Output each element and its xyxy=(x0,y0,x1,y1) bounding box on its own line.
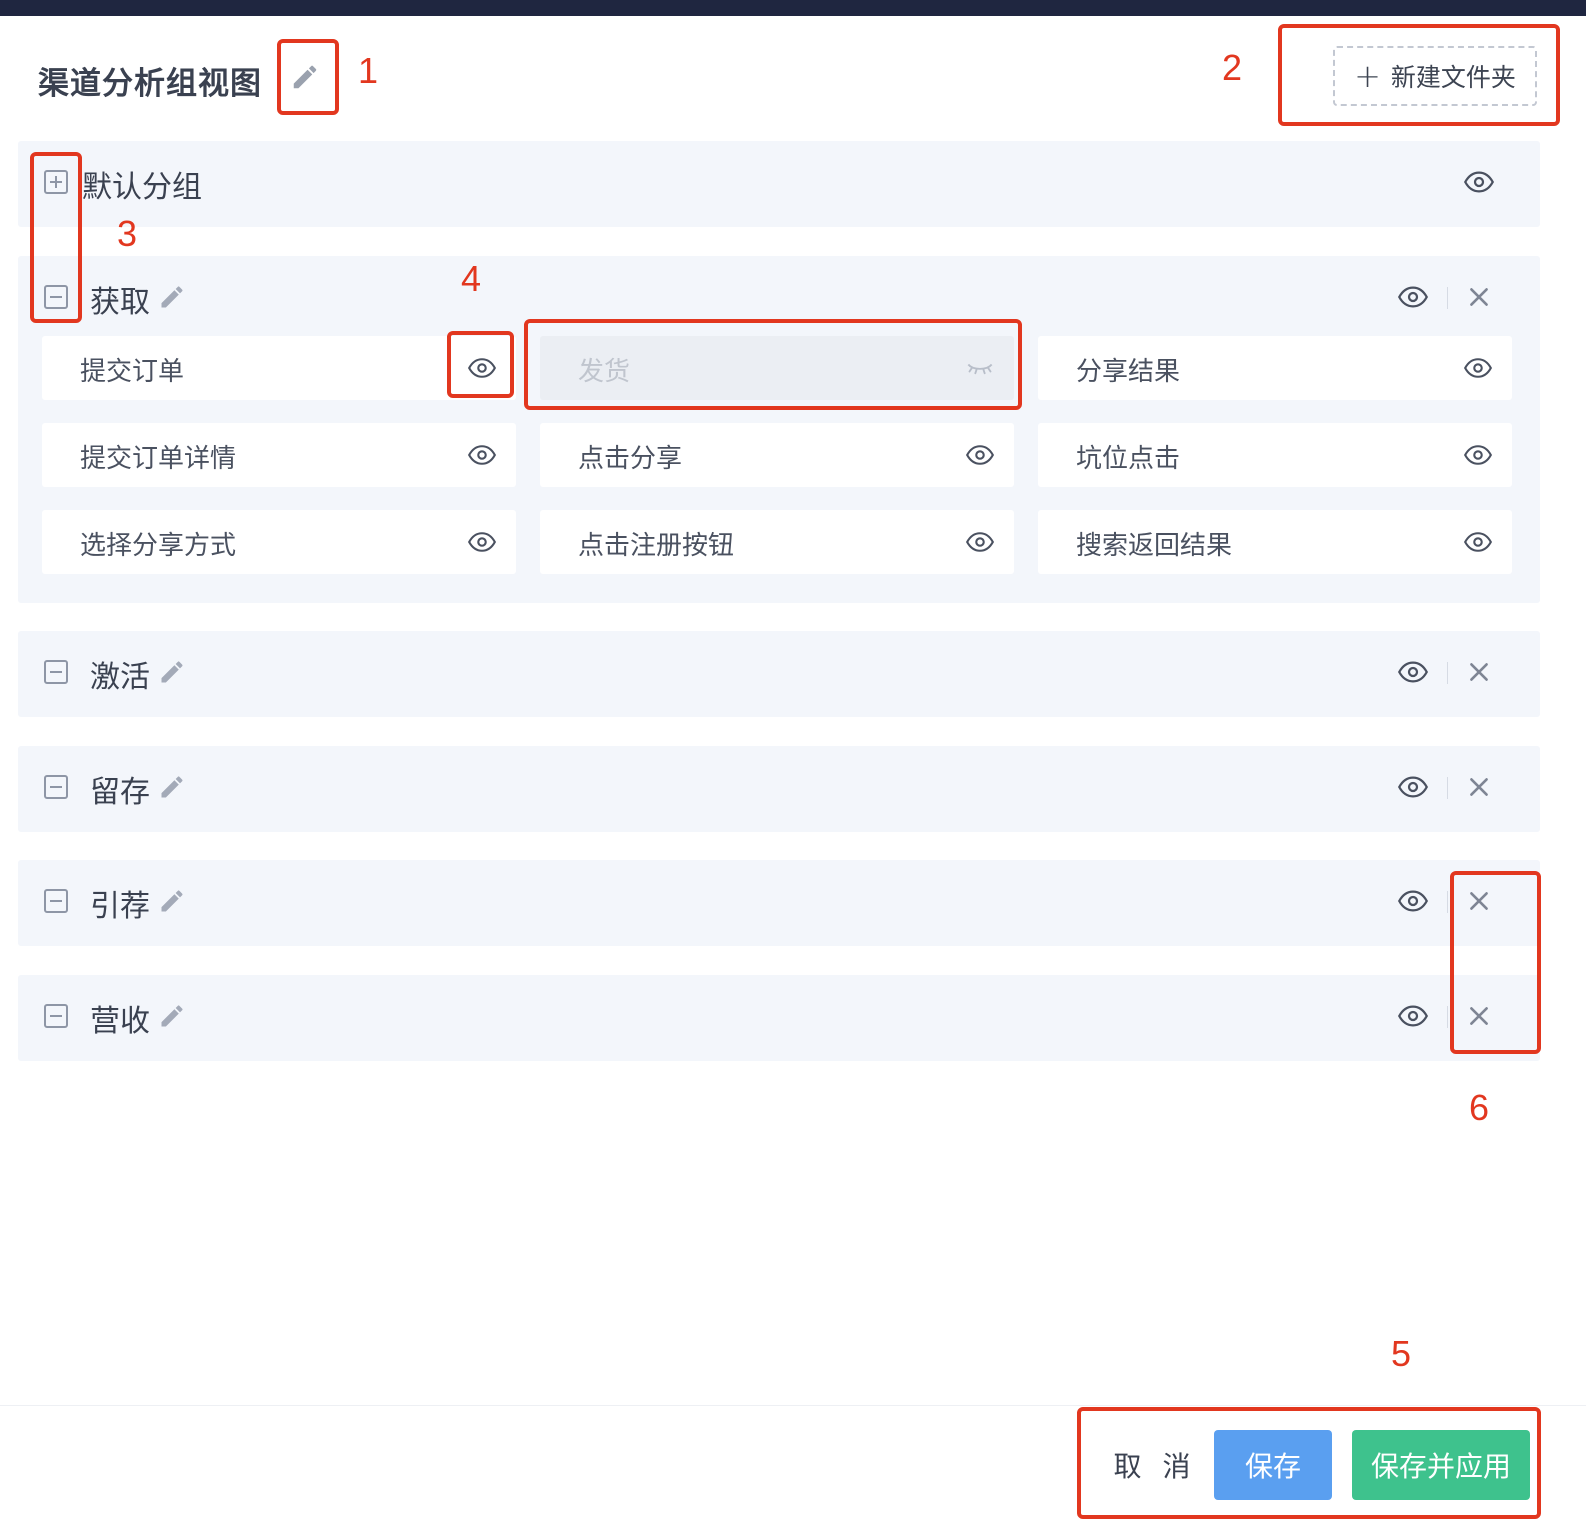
annotation-number-2: 2 xyxy=(1222,47,1243,88)
eye-icon[interactable] xyxy=(468,356,496,380)
event-label: 提交订单详情 xyxy=(80,444,237,474)
edit-title-pencil-icon[interactable] xyxy=(290,62,320,92)
group-header: 激活 xyxy=(18,631,1540,717)
group-header: 引荐 xyxy=(18,860,1540,946)
save-button[interactable]: 保存 xyxy=(1214,1430,1332,1500)
new-folder-button[interactable]: + 新建文件夹 xyxy=(1333,46,1537,106)
event-label: 提交订单 xyxy=(80,357,185,387)
eye-icon[interactable] xyxy=(1398,1004,1428,1028)
group-header: 营收 xyxy=(18,975,1540,1061)
eye-icon[interactable] xyxy=(966,530,994,554)
event-label: 点击分享 xyxy=(578,444,683,474)
group-name: 获取 xyxy=(90,285,150,320)
group-header: 默认分组 xyxy=(18,141,1540,227)
annotation-number-6: 6 xyxy=(1469,1087,1490,1128)
eye-icon[interactable] xyxy=(1464,530,1492,554)
group-referral: 引荐 xyxy=(18,860,1540,946)
collapse-minus-icon[interactable] xyxy=(44,889,68,913)
close-icon[interactable] xyxy=(1466,284,1492,310)
eye-icon[interactable] xyxy=(1398,889,1428,913)
divider xyxy=(1447,287,1448,309)
divider xyxy=(1447,891,1448,913)
eye-icon[interactable] xyxy=(1464,170,1494,194)
group-activation: 激活 xyxy=(18,631,1540,717)
view-title: 渠道分析组视图 xyxy=(38,66,262,102)
edit-group-pencil-icon[interactable] xyxy=(158,887,186,915)
edit-group-pencil-icon[interactable] xyxy=(158,773,186,801)
event-item[interactable]: 点击注册按钮 xyxy=(540,510,1014,574)
event-item[interactable]: 分享结果 xyxy=(1038,336,1512,400)
event-label: 发货 xyxy=(578,357,631,387)
eye-icon[interactable] xyxy=(468,530,496,554)
annotation-number-4: 4 xyxy=(461,258,482,299)
event-label: 分享结果 xyxy=(1076,357,1181,387)
edit-group-pencil-icon[interactable] xyxy=(158,283,186,311)
annotation-number-5: 5 xyxy=(1391,1333,1412,1374)
event-label: 坑位点击 xyxy=(1076,444,1181,474)
divider xyxy=(1447,777,1448,799)
eye-icon[interactable] xyxy=(468,443,496,467)
cancel-button[interactable]: 取 消 xyxy=(1108,1430,1202,1500)
group-header: 获取 xyxy=(18,256,1540,342)
collapse-minus-icon[interactable] xyxy=(44,660,68,684)
event-item[interactable]: 选择分享方式 xyxy=(42,510,516,574)
event-item[interactable]: 坑位点击 xyxy=(1038,423,1512,487)
eye-closed-icon[interactable] xyxy=(966,356,994,380)
event-label: 选择分享方式 xyxy=(80,531,237,561)
group-name: 激活 xyxy=(90,660,150,695)
divider xyxy=(1447,1006,1448,1028)
close-icon[interactable] xyxy=(1466,659,1492,685)
save-and-apply-button[interactable]: 保存并应用 xyxy=(1352,1430,1530,1500)
event-item[interactable]: 搜索返回结果 xyxy=(1038,510,1512,574)
group-name: 默认分组 xyxy=(82,170,202,205)
close-icon[interactable] xyxy=(1466,1003,1492,1029)
divider xyxy=(1447,662,1448,684)
plus-icon: + xyxy=(1354,57,1381,95)
new-folder-label: 新建文件夹 xyxy=(1390,63,1516,92)
annotation-number-1: 1 xyxy=(358,50,379,91)
eye-icon[interactable] xyxy=(1398,660,1428,684)
group-name: 留存 xyxy=(90,775,150,810)
group-header: 留存 xyxy=(18,746,1540,832)
eye-icon[interactable] xyxy=(1464,356,1492,380)
event-item-hidden[interactable]: 发货 xyxy=(540,336,1014,400)
group-name: 引荐 xyxy=(90,889,150,924)
eye-icon[interactable] xyxy=(1464,443,1492,467)
group-acquisition: 获取 提交订单 发货 分享结果 提交订单详情 点击分享 坑位点击 选择分享方式 … xyxy=(18,256,1540,603)
close-icon[interactable] xyxy=(1466,774,1492,800)
close-icon[interactable] xyxy=(1466,888,1492,914)
group-name: 营收 xyxy=(90,1004,150,1039)
group-default: 默认分组 xyxy=(18,141,1540,227)
collapse-minus-icon[interactable] xyxy=(44,1004,68,1028)
event-label: 搜索返回结果 xyxy=(1076,531,1233,561)
expand-plus-icon[interactable] xyxy=(44,170,68,194)
top-bar xyxy=(0,0,1586,16)
event-label: 点击注册按钮 xyxy=(578,531,735,561)
edit-group-pencil-icon[interactable] xyxy=(158,658,186,686)
collapse-minus-icon[interactable] xyxy=(44,285,68,309)
annotation-number-3: 3 xyxy=(117,213,138,254)
event-item[interactable]: 提交订单 xyxy=(42,336,516,400)
group-retention: 留存 xyxy=(18,746,1540,832)
eye-icon[interactable] xyxy=(1398,285,1428,309)
footer-bar xyxy=(0,1405,1586,1535)
collapse-minus-icon[interactable] xyxy=(44,775,68,799)
edit-group-pencil-icon[interactable] xyxy=(158,1002,186,1030)
event-item[interactable]: 提交订单详情 xyxy=(42,423,516,487)
eye-icon[interactable] xyxy=(1398,775,1428,799)
group-revenue: 营收 xyxy=(18,975,1540,1061)
event-item[interactable]: 点击分享 xyxy=(540,423,1014,487)
eye-icon[interactable] xyxy=(966,443,994,467)
